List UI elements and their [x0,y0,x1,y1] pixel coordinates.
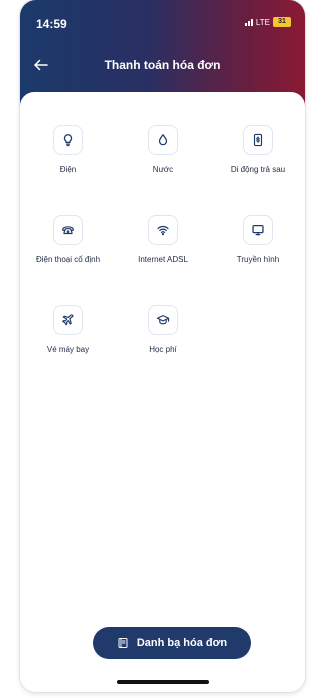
water-drop-icon [148,125,178,155]
service-tile-landline[interactable]: Điện thoại cố định [20,215,116,285]
service-label: Học phí [149,345,177,354]
status-bar: 14:59 LTE 31 [20,0,305,40]
service-label: Điện [59,165,77,174]
mobile-dollar-icon [243,125,273,155]
nav-bar: Thanh toán hóa đơn [20,50,305,80]
wifi-icon [148,215,178,245]
airplane-icon [53,305,83,335]
service-label: Điện thoại cố định [35,255,101,264]
bill-directory-button[interactable]: Danh bạ hóa đơn [93,627,251,659]
service-tile-electricity[interactable]: Điện [20,125,116,195]
bill-directory-label: Danh bạ hóa đơn [136,637,228,649]
monitor-icon [243,215,273,245]
graduation-cap-icon [148,305,178,335]
service-label: Di động trả sau [230,165,286,174]
status-indicators: LTE 31 [244,17,291,27]
phone-screen: 14:59 LTE 31 Thanh toán hóa đơn Điện Nướ… [20,0,305,692]
signal-icon [244,18,253,26]
services-sheet: Điện Nước Di động trả sau Điện thoại cố … [20,92,305,692]
service-tile-television[interactable]: Truyền hình [210,215,305,285]
service-label: Truyền hình [236,255,280,264]
battery-icon: 31 [273,17,291,27]
home-indicator[interactable] [117,680,209,684]
service-tile-water[interactable]: Nước [115,125,211,195]
service-tile-internet[interactable]: Internet ADSL [115,215,211,285]
service-label: Internet ADSL [138,255,188,264]
service-tile-tuition[interactable]: Học phí [115,305,211,375]
page-title: Thanh toán hóa đơn [104,58,221,72]
service-tile-postpaid-mobile[interactable]: Di động trả sau [210,125,305,195]
network-type: LTE [255,17,270,27]
address-book-icon [118,638,128,648]
status-time: 14:59 [36,17,67,31]
lightbulb-icon [53,125,83,155]
service-label: Vé máy bay [46,345,90,354]
telephone-icon [53,215,83,245]
service-label: Nước [152,165,174,174]
service-tile-flight[interactable]: Vé máy bay [20,305,116,375]
